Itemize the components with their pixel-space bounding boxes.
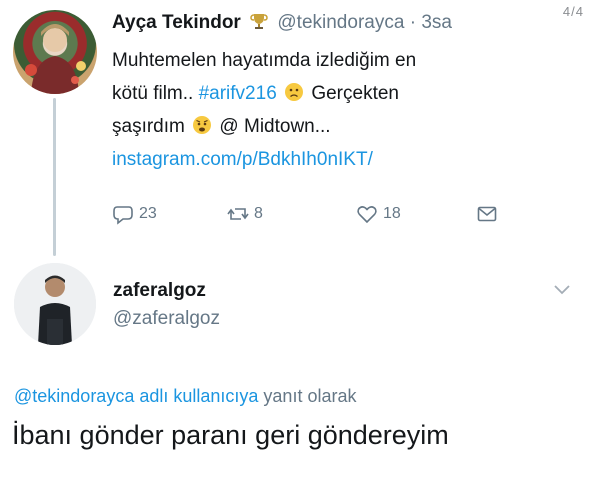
reply-button[interactable]: 23 bbox=[112, 203, 157, 225]
location-tag[interactable]: @ Midtown... bbox=[219, 116, 330, 137]
like-button[interactable]: 18 bbox=[356, 203, 401, 225]
timestamp[interactable]: 3sa bbox=[421, 12, 452, 33]
retweet-count: 8 bbox=[254, 205, 263, 222]
reply-count: 23 bbox=[139, 205, 157, 222]
profile-photo bbox=[25, 24, 86, 94]
user-handle[interactable]: @tekindorayca bbox=[277, 12, 404, 33]
tweet-text-fragment: kötü film.. bbox=[112, 83, 194, 104]
separator-dot: · bbox=[409, 12, 417, 33]
display-name[interactable]: Ayça Tekindor bbox=[112, 12, 241, 33]
tweet-actions: 23 8 18 bbox=[112, 203, 512, 229]
envelope-icon bbox=[477, 206, 497, 222]
reply-text: İbanı gönder paranı geri göndereyim bbox=[12, 420, 449, 450]
tweet-text-line: kötü film.. #arifv216 Gerçekten bbox=[112, 77, 552, 110]
chevron-down-icon[interactable] bbox=[553, 284, 571, 296]
reply-context-suffix: yanıt olarak bbox=[263, 386, 357, 406]
avatar[interactable] bbox=[14, 263, 96, 345]
thread-connector-line bbox=[53, 98, 56, 256]
avatar[interactable] bbox=[13, 10, 97, 94]
tweet-text-line: şaşırdım @ Midtown... bbox=[112, 110, 552, 143]
reply-to-mention[interactable]: @tekindorayca adlı kullanıcıya bbox=[14, 386, 258, 406]
tweet-text: Muhtemelen hayatımda izlediğim en kötü f… bbox=[112, 44, 552, 176]
tweet-text-line: Muhtemelen hayatımda izlediğim en bbox=[112, 50, 417, 71]
like-count: 18 bbox=[383, 205, 401, 222]
reply-user-name[interactable]: zaferalgoz bbox=[113, 280, 206, 302]
heart-icon bbox=[357, 206, 377, 224]
anxious-face-icon bbox=[192, 113, 212, 134]
instagram-link[interactable]: instagram.com/p/BdkhIh0nIKT/ bbox=[112, 143, 552, 176]
retweet-button[interactable]: 8 bbox=[227, 203, 263, 225]
reply-icon bbox=[113, 206, 133, 225]
trophy-icon bbox=[250, 12, 268, 30]
hashtag-link[interactable]: #arifv216 bbox=[199, 83, 277, 104]
tweet-text-fragment: şaşırdım bbox=[112, 116, 185, 137]
direct-message-button[interactable] bbox=[476, 203, 498, 225]
reply-context: @tekindorayca adlı kullanıcıya yanıt ola… bbox=[14, 386, 356, 407]
reply-user-handle[interactable]: @zaferalgoz bbox=[113, 308, 220, 330]
tweet-header: Ayça Tekindor @tekindorayca · 3sa bbox=[112, 12, 452, 34]
page-counter: 4/4 bbox=[562, 4, 584, 19]
retweet-icon bbox=[227, 208, 249, 220]
profile-photo bbox=[14, 263, 96, 345]
tweet-text-fragment: Gerçekten bbox=[311, 83, 399, 104]
slightly-frowning-face-icon bbox=[284, 80, 304, 101]
